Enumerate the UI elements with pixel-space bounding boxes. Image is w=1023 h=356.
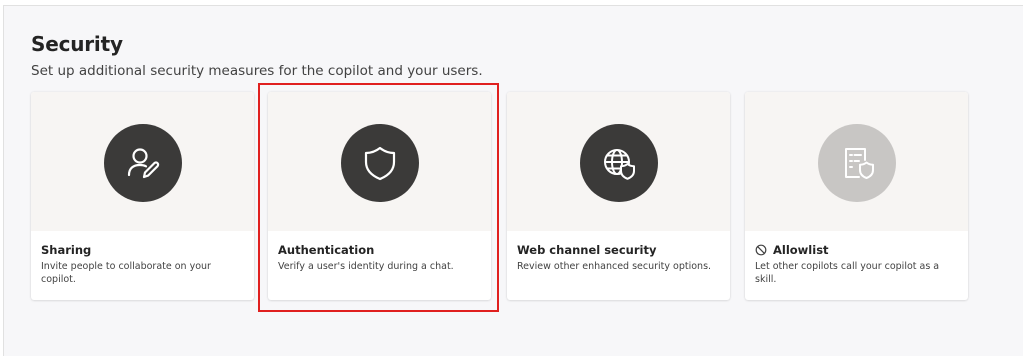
card-description: Verify a user's identity during a chat. [278,261,454,272]
card-body: Allowlist Let other copilots call your c… [755,243,960,286]
document-shield-icon [817,124,896,202]
sharing-card[interactable]: Sharing Invite people to collaborate on … [31,92,254,300]
card-description: Invite people to collaborate on your cop… [41,261,211,285]
card-hero [507,92,730,231]
card-description: Review other enhanced security options. [517,261,712,272]
card-title: Sharing [41,243,92,257]
card-body: Sharing Invite people to collaborate on … [41,243,246,286]
card-title: Allowlist [755,243,960,257]
card-body: Authentication Verify a user's identity … [278,243,483,273]
page-title: Security [31,32,123,56]
card-description: Let other copilots call your copilot as … [755,261,940,285]
card-title: Web channel security [517,243,657,257]
card-hero [31,92,254,231]
web-channel-security-card[interactable]: Web channel security Review other enhanc… [507,92,730,300]
card-hero [745,92,968,231]
card-hero [268,92,491,231]
page-subtitle: Set up additional security measures for … [31,63,483,79]
block-icon [755,244,767,256]
card-title-text: Allowlist [773,243,829,257]
card-body: Web channel security Review other enhanc… [517,243,722,273]
authentication-card[interactable]: Authentication Verify a user's identity … [268,92,491,300]
card-title: Authentication [278,243,375,257]
person-edit-icon [103,124,182,202]
allowlist-card[interactable]: Allowlist Let other copilots call your c… [745,92,968,300]
globe-shield-icon [579,124,658,202]
shield-icon [340,124,419,202]
